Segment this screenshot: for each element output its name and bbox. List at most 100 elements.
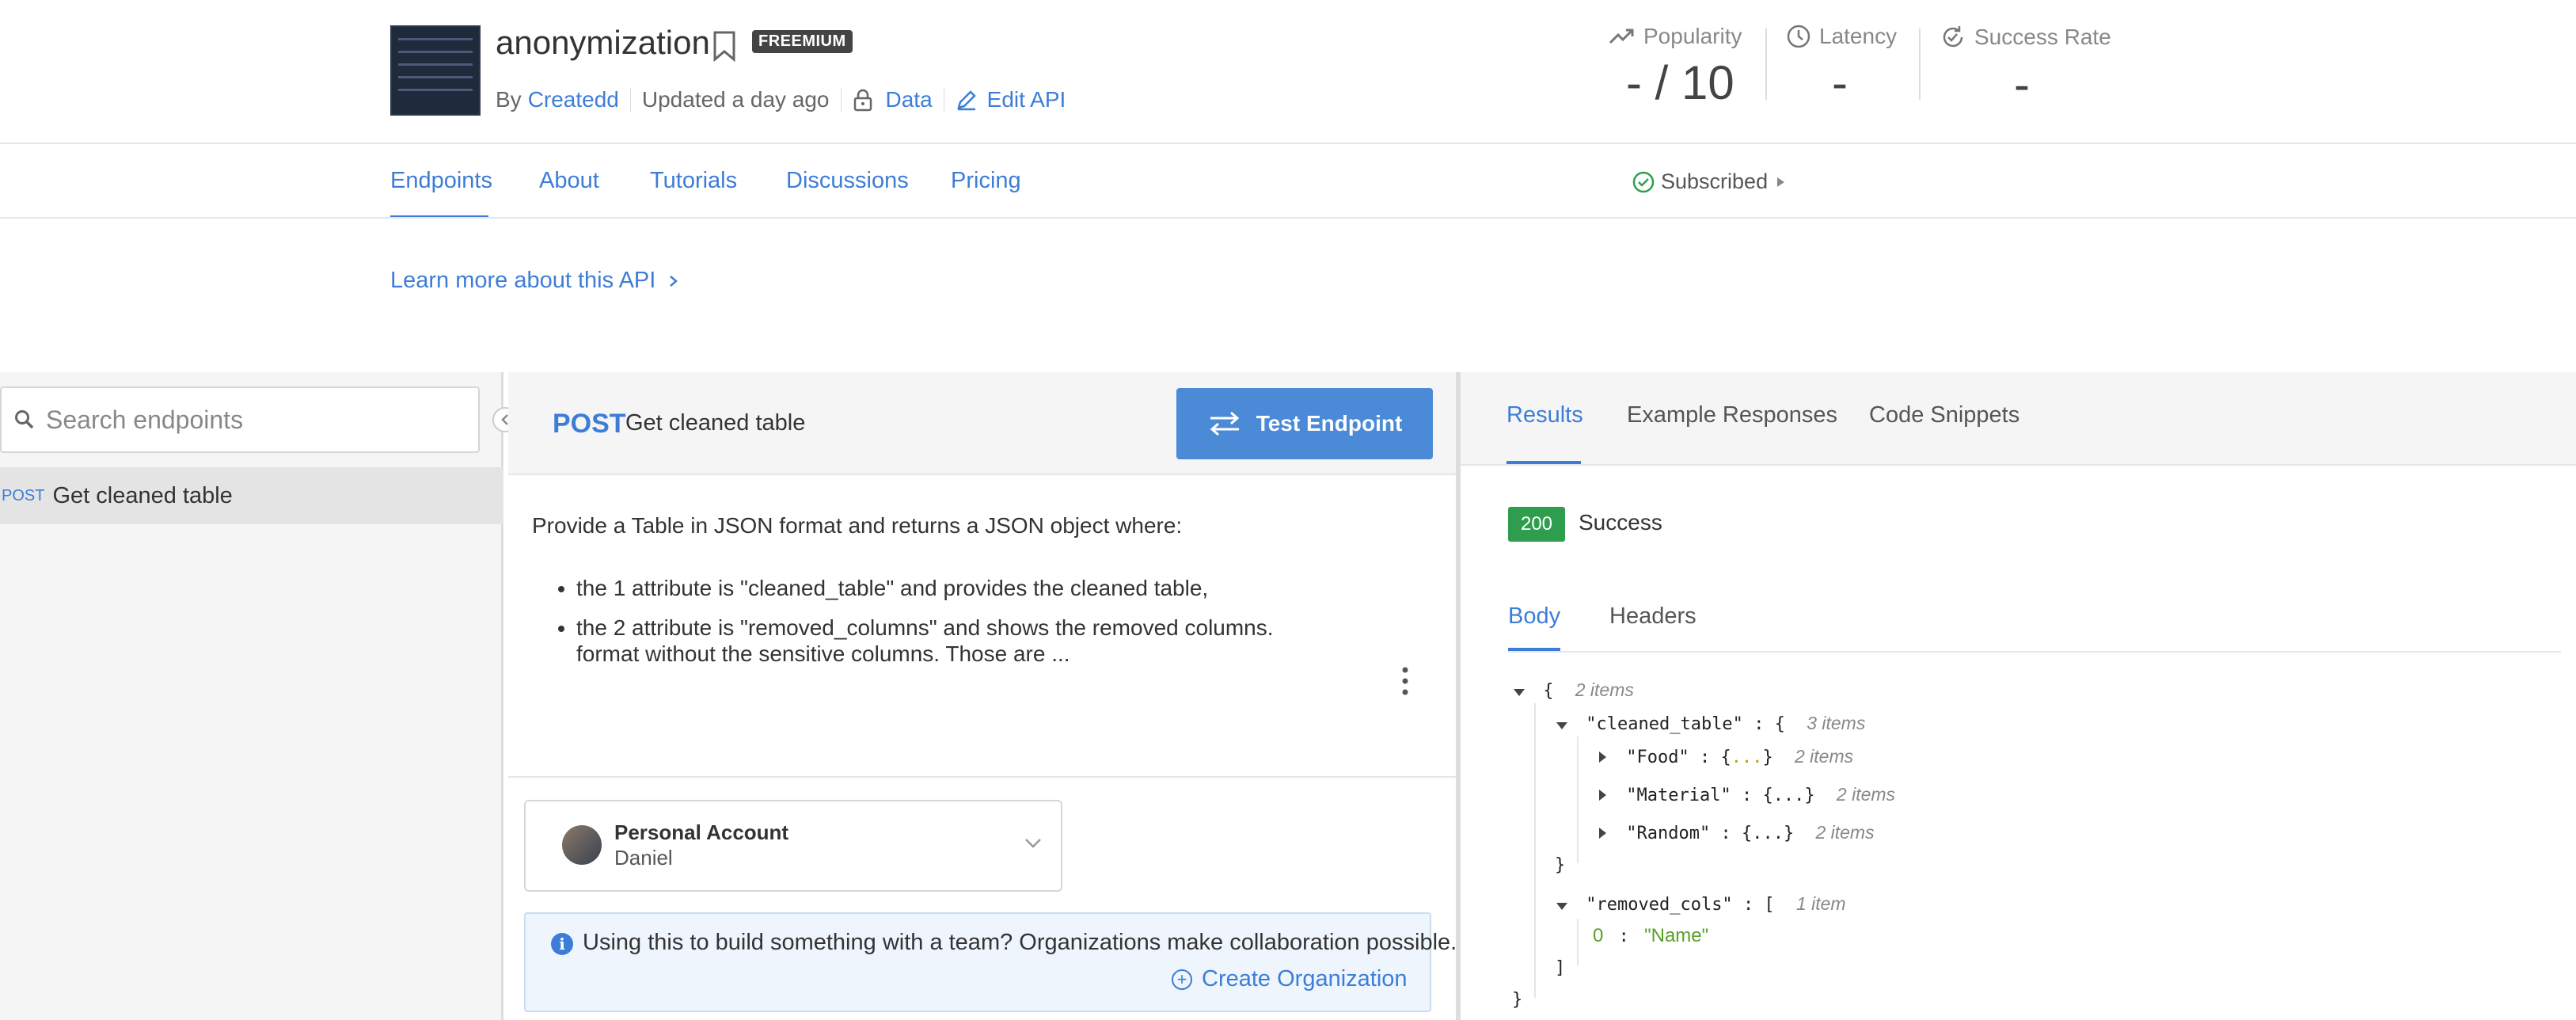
trend-up-icon xyxy=(1609,29,1634,44)
plus-circle-icon: + xyxy=(1172,969,1192,990)
learn-more-link[interactable]: Learn more about this API xyxy=(390,268,679,294)
active-results-tab-indicator xyxy=(1506,461,1581,464)
caret-right-icon xyxy=(1777,177,1785,187)
collapse-triangle-icon[interactable] xyxy=(1514,689,1525,696)
author-link[interactable]: Createdd xyxy=(528,87,619,112)
search-endpoints-field[interactable]: Search endpoints xyxy=(0,386,480,453)
endpoint-method: POST xyxy=(2,486,45,504)
lock-icon xyxy=(853,89,872,112)
active-body-tab-indicator xyxy=(1508,648,1560,651)
data-link[interactable]: Data xyxy=(886,87,933,112)
test-endpoint-button[interactable]: Test Endpoint xyxy=(1176,388,1433,459)
chevron-down-icon[interactable] xyxy=(1021,832,1045,855)
test-endpoint-label: Test Endpoint xyxy=(1256,411,1403,436)
stat-latency: Latency - xyxy=(1786,24,1928,110)
stat-popularity: Popularity - / 10 xyxy=(1609,24,1767,110)
collapse-triangle-icon[interactable] xyxy=(1556,722,1567,729)
tab-tutorials[interactable]: Tutorials xyxy=(650,168,737,194)
json-count: 1 item xyxy=(1795,893,1846,914)
json-close-brace: } xyxy=(1555,855,1566,875)
tab-body[interactable]: Body xyxy=(1508,603,1560,630)
endpoint-method-label: POST xyxy=(553,409,626,439)
json-count: 2 items xyxy=(1794,746,1854,767)
json-count: 2 items xyxy=(1575,679,1634,700)
avatar xyxy=(562,825,602,865)
more-options-icon[interactable] xyxy=(1401,665,1409,702)
description-bullet: the 1 attribute is "cleaned_table" and p… xyxy=(576,569,1274,608)
api-thumbnail xyxy=(390,25,481,116)
description-list: the 1 attribute is "cleaned_table" and p… xyxy=(556,569,1274,648)
organization-banner xyxy=(524,912,1431,1012)
endpoint-title: Get cleaned table xyxy=(625,410,806,436)
stat-label: Success Rate xyxy=(1974,25,2111,49)
chevron-right-icon xyxy=(670,276,678,287)
collapse-triangle-icon[interactable] xyxy=(1556,903,1567,910)
json-node-removed-cols: "removed_cols" : [ 1 item xyxy=(1556,893,1846,915)
json-count: 2 items xyxy=(1815,822,1875,843)
json-node-random: "Random" : {...} 2 items xyxy=(1599,822,1875,843)
stat-label: Latency xyxy=(1819,24,1898,48)
json-key: "Material" xyxy=(1626,786,1731,805)
json-count: 3 items xyxy=(1807,713,1866,733)
account-selector[interactable] xyxy=(524,800,1062,892)
learn-more-label: Learn more about this API xyxy=(390,268,656,293)
json-node-food: "Food" : {...} 2 items xyxy=(1599,746,1853,767)
tab-about[interactable]: About xyxy=(539,168,599,194)
json-key: "Food" xyxy=(1626,748,1689,767)
clock-icon xyxy=(1787,25,1810,48)
search-icon xyxy=(15,410,34,429)
check-circle-icon xyxy=(1632,171,1655,192)
stat-value: - / 10 xyxy=(1626,56,1734,109)
create-organization-label: Create Organization xyxy=(1202,966,1408,991)
tab-pricing[interactable]: Pricing xyxy=(951,168,1021,194)
stat-success-rate: Success Rate - xyxy=(1940,24,2114,112)
account-title: Personal Account xyxy=(614,820,789,844)
json-close-bracket: ] xyxy=(1555,958,1566,978)
plan-badge: FREEMIUM xyxy=(752,30,853,53)
subscribed-button[interactable]: Subscribed xyxy=(1632,169,1787,194)
organization-message: Using this to build something with a tea… xyxy=(583,930,1457,955)
json-key: "Random" xyxy=(1626,824,1711,843)
endpoint-list-item[interactable]: POST Get cleaned table xyxy=(0,467,503,524)
json-array-item: 0 : "Name" xyxy=(1593,925,1709,946)
tab-example-responses[interactable]: Example Responses xyxy=(1627,402,1837,428)
edit-icon[interactable] xyxy=(956,89,978,111)
api-meta: By Createdd Updated a day ago Data Edit … xyxy=(496,86,1066,114)
expand-triangle-icon[interactable] xyxy=(1599,828,1606,839)
bookmark-icon[interactable] xyxy=(711,30,738,62)
json-root: { 2 items xyxy=(1514,679,1634,701)
json-count: 2 items xyxy=(1836,784,1896,805)
refresh-check-icon xyxy=(1943,26,1963,48)
search-input[interactable]: Search endpoints xyxy=(46,405,243,435)
swap-arrows-icon xyxy=(1210,411,1239,436)
by-label: By xyxy=(496,87,522,112)
stat-label: Popularity xyxy=(1643,24,1742,48)
endpoint-description: Provide a Table in JSON format and retur… xyxy=(532,513,1183,538)
create-organization-link[interactable]: + Create Organization xyxy=(1172,966,1408,992)
stat-value: - xyxy=(1832,56,1848,109)
status-badge: 200 xyxy=(1508,507,1565,542)
json-key: "cleaned_table" xyxy=(1586,714,1743,734)
tab-headers[interactable]: Headers xyxy=(1609,603,1696,630)
expand-triangle-icon[interactable] xyxy=(1599,752,1606,763)
subscribed-label: Subscribed xyxy=(1661,169,1769,193)
account-user: Daniel xyxy=(614,846,673,870)
tab-code-snippets[interactable]: Code Snippets xyxy=(1869,402,2019,428)
edit-api-link[interactable]: Edit API xyxy=(987,87,1066,112)
stat-value: - xyxy=(2014,58,2030,111)
json-key: "removed_cols" xyxy=(1586,895,1733,915)
tab-discussions[interactable]: Discussions xyxy=(786,168,909,194)
json-node-cleaned-table: "cleaned_table" : { 3 items xyxy=(1556,713,1865,734)
updated-text: Updated a day ago xyxy=(641,87,830,112)
tab-endpoints[interactable]: Endpoints xyxy=(390,168,492,194)
tab-results[interactable]: Results xyxy=(1506,402,1583,428)
info-icon: i xyxy=(551,933,573,955)
expand-triangle-icon[interactable] xyxy=(1599,790,1606,801)
json-index: 0 xyxy=(1593,925,1604,946)
json-close-root: } xyxy=(1512,990,1523,1010)
status-text: Success xyxy=(1579,510,1662,535)
json-node-material: "Material" : {...} 2 items xyxy=(1599,784,1895,805)
description-truncated: format without the sensitive columns. Th… xyxy=(576,641,1070,666)
json-string-value: "Name" xyxy=(1644,925,1709,946)
api-title: anonymization xyxy=(496,24,710,61)
